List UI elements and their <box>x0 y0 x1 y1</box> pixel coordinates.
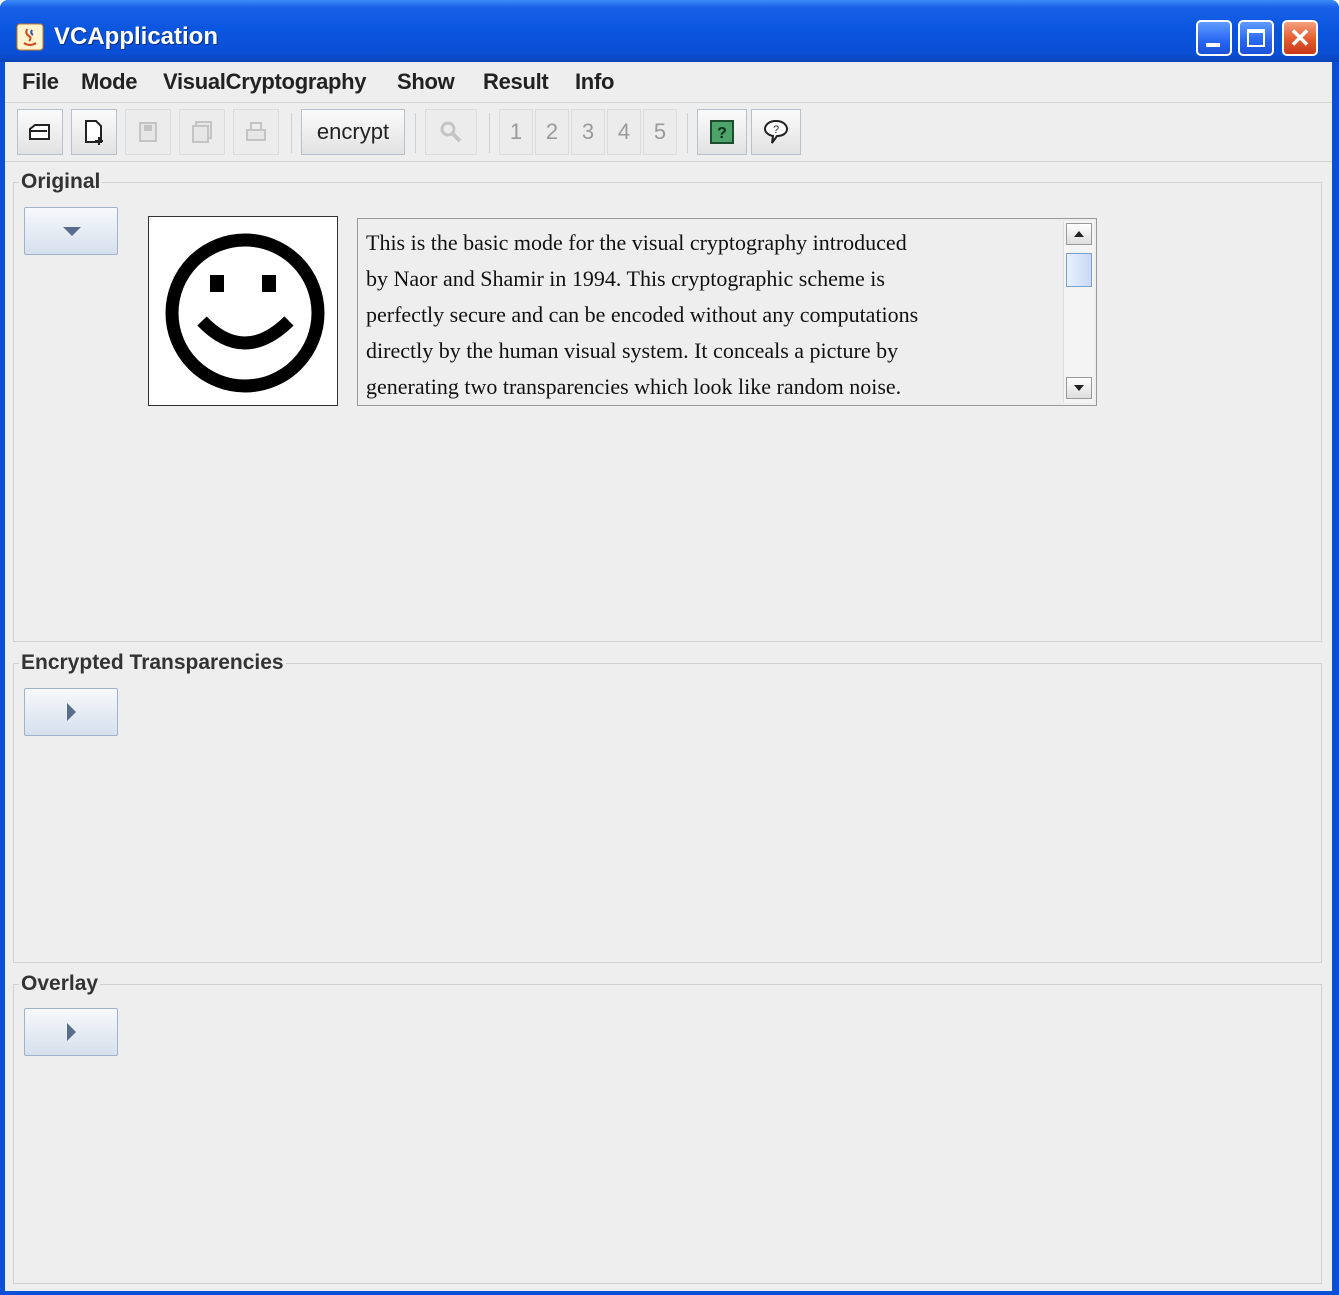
toolbar-separator <box>291 113 292 153</box>
zoom-button[interactable] <box>425 109 477 155</box>
description-scrollbar[interactable] <box>1063 221 1094 403</box>
application-window: VCApplication ✕ File Mode VisualCryptogr… <box>0 0 1339 1295</box>
speech-bubble-icon: ? <box>763 119 789 144</box>
close-button[interactable]: ✕ <box>1282 20 1318 56</box>
save-icon <box>139 122 157 142</box>
magnifier-icon <box>440 121 462 143</box>
overlay-toggle-button[interactable] <box>24 1008 118 1056</box>
minimize-button[interactable] <box>1196 20 1232 56</box>
description-text[interactable]: This is the basic mode for the visual cr… <box>366 225 1056 401</box>
save-as-icon <box>192 121 212 143</box>
panel-original-title: Original <box>19 170 103 194</box>
new-button[interactable] <box>71 109 117 155</box>
toolbar-separator <box>687 113 688 153</box>
scroll-up-button[interactable] <box>1066 223 1092 245</box>
toolbar-separator <box>489 113 490 153</box>
chevron-down-icon <box>63 227 81 236</box>
original-image <box>148 216 338 406</box>
arrow-down-icon <box>1074 385 1084 391</box>
chevron-right-icon <box>67 1023 76 1041</box>
toolbar: encrypt 1 2 3 4 5 ? ? <box>5 102 1332 162</box>
svg-text:?: ? <box>717 125 727 142</box>
save-button[interactable] <box>125 109 171 155</box>
share-button-4[interactable]: 4 <box>607 109 641 155</box>
help-icon: ? <box>710 120 734 144</box>
encrypt-button[interactable]: encrypt <box>301 109 405 155</box>
menu-info[interactable]: Info <box>575 68 614 96</box>
window-title: VCApplication <box>54 23 219 50</box>
print-icon <box>246 122 266 141</box>
panel-encrypted <box>13 663 1322 963</box>
panel-overlay-title: Overlay <box>19 972 101 996</box>
encrypted-toggle-button[interactable] <box>24 688 118 736</box>
title-bar[interactable]: VCApplication ✕ <box>0 0 1339 62</box>
scroll-down-button[interactable] <box>1066 377 1092 399</box>
share-button-1[interactable]: 1 <box>499 109 533 155</box>
smiley-face-icon <box>165 233 325 393</box>
java-app-icon <box>16 23 44 51</box>
menu-file[interactable]: File <box>22 68 59 96</box>
save-as-button[interactable] <box>179 109 225 155</box>
panel-encrypted-title: Encrypted Transparencies <box>19 651 286 675</box>
client-area: File Mode VisualCryptography Show Result… <box>5 62 1332 1291</box>
open-button[interactable] <box>17 109 63 155</box>
panel-overlay <box>13 984 1322 1284</box>
help-button[interactable]: ? <box>697 109 747 155</box>
svg-text:?: ? <box>773 124 779 136</box>
menu-visualcryptography[interactable]: VisualCryptography <box>163 68 367 96</box>
folder-open-icon <box>29 124 50 140</box>
menu-bar: File Mode VisualCryptography Show Result… <box>5 62 1332 102</box>
menu-result[interactable]: Result <box>483 68 549 96</box>
chevron-right-icon <box>67 703 76 721</box>
share-button-2[interactable]: 2 <box>535 109 569 155</box>
description-area[interactable]: This is the basic mode for the visual cr… <box>357 218 1097 406</box>
menu-show[interactable]: Show <box>397 68 455 96</box>
minimize-icon <box>1206 43 1220 47</box>
maximize-icon <box>1247 29 1265 47</box>
close-icon: ✕ <box>1289 23 1311 53</box>
scroll-thumb[interactable] <box>1066 253 1092 287</box>
share-button-3[interactable]: 3 <box>571 109 605 155</box>
share-button-5[interactable]: 5 <box>643 109 677 155</box>
arrow-up-icon <box>1074 231 1084 237</box>
info-button[interactable]: ? <box>751 109 801 155</box>
maximize-button[interactable] <box>1238 20 1274 56</box>
toolbar-separator <box>415 113 416 153</box>
print-button[interactable] <box>233 109 279 155</box>
menu-mode[interactable]: Mode <box>81 68 138 96</box>
new-file-icon <box>85 120 103 145</box>
original-toggle-button[interactable] <box>24 207 118 255</box>
